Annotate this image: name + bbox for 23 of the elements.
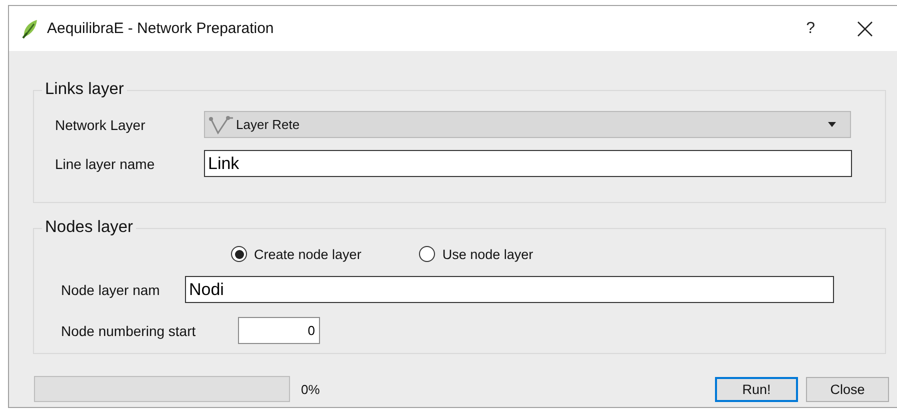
input-field[interactable]: Nodi <box>185 276 834 303</box>
field-label: Line layer name <box>55 156 156 172</box>
group-title: Links layer <box>42 80 127 99</box>
radio-button[interactable] <box>419 246 436 262</box>
radio-option[interactable]: Create node layer <box>231 246 362 262</box>
group-title: Nodes layer <box>42 218 136 237</box>
field-label: Network Layer <box>55 116 146 132</box>
dropdown-arrow-icon <box>828 122 836 127</box>
dialog-button[interactable]: Close <box>806 376 889 402</box>
help-button[interactable]: ? <box>806 20 815 38</box>
close-icon[interactable] <box>857 20 873 36</box>
leaf-icon <box>21 18 39 38</box>
input-field[interactable]: Link <box>204 150 852 177</box>
field-label: Node numbering start <box>61 322 197 338</box>
progress-label: 0% <box>301 382 320 396</box>
radio-option[interactable]: Use node layer <box>419 246 534 262</box>
dialog-button[interactable]: Run! <box>715 376 798 402</box>
field-label: Node layer nam <box>61 282 161 298</box>
layer-dropdown[interactable]: Layer Rete <box>204 111 851 138</box>
radio-button[interactable] <box>231 246 247 262</box>
line-layer-icon <box>208 114 234 134</box>
number-field[interactable]: 0 <box>238 317 320 344</box>
window-title: AequilibraE - Network Preparation <box>47 20 274 37</box>
